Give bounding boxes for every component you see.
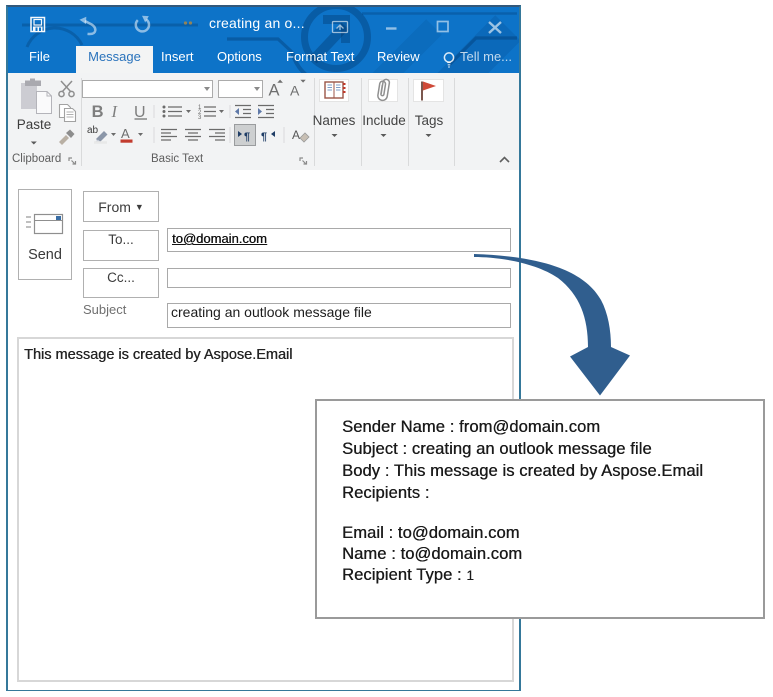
svg-text:U: U — [134, 104, 146, 121]
svg-text:B: B — [92, 103, 104, 121]
svg-text:A: A — [290, 83, 300, 99]
svg-text:3: 3 — [198, 115, 202, 121]
svg-text:¶: ¶ — [261, 131, 267, 143]
svg-text:A: A — [269, 82, 280, 100]
svg-text:A: A — [121, 126, 130, 141]
svg-text:I: I — [111, 102, 119, 121]
svg-text:ab: ab — [87, 125, 99, 136]
svg-text:¶: ¶ — [244, 131, 250, 143]
svg-text:A: A — [292, 128, 300, 142]
